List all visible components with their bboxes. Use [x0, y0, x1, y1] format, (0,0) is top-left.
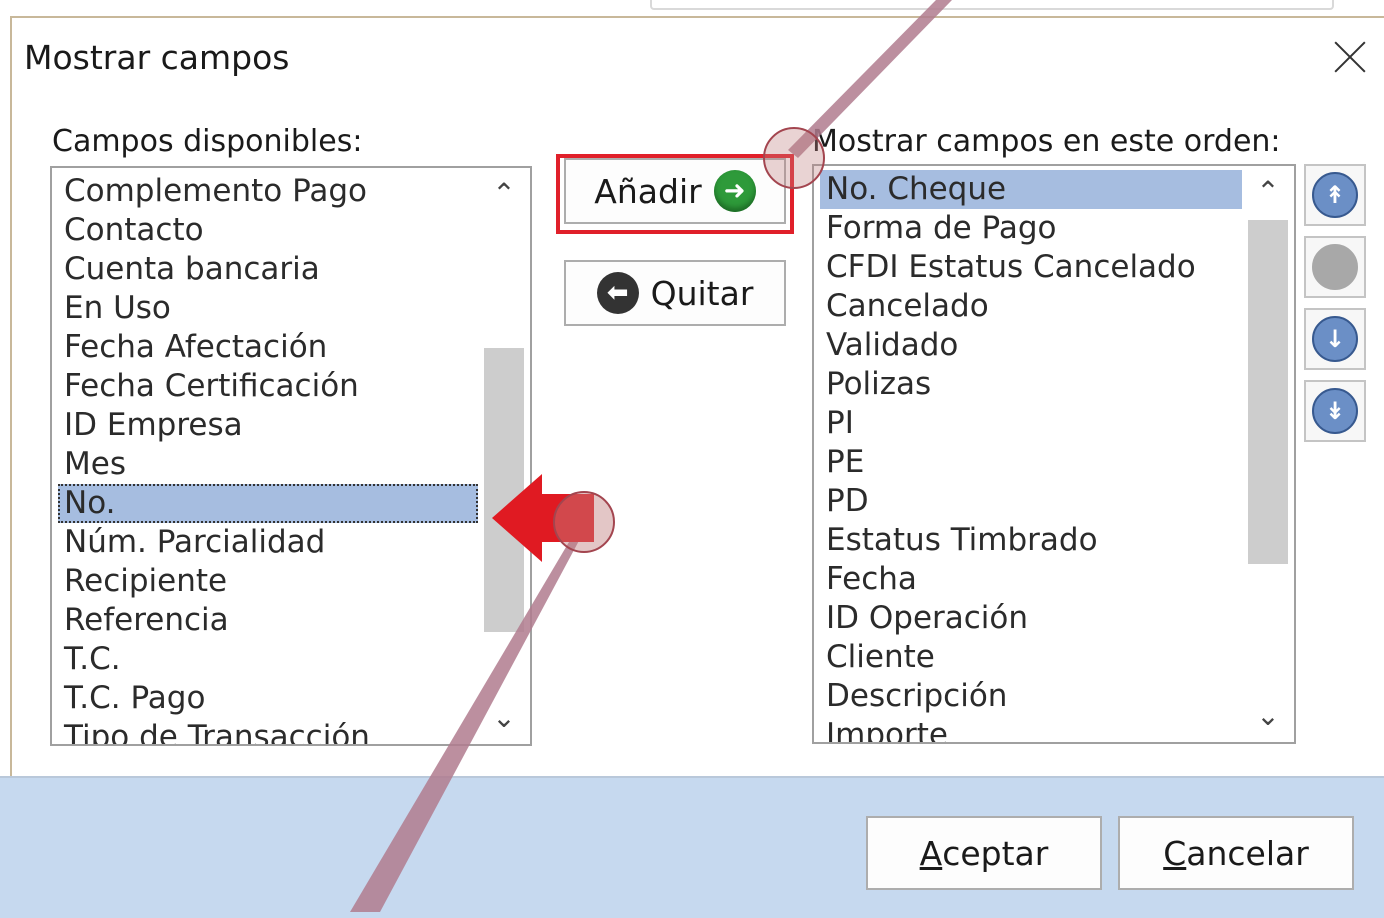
list-item[interactable]: No.: [58, 484, 478, 523]
list-item[interactable]: Mes: [58, 445, 478, 484]
list-item[interactable]: T.C.: [58, 640, 478, 679]
list-item[interactable]: No. Cheque: [820, 170, 1242, 209]
remove-button-label: Quitar: [650, 273, 754, 313]
list-item[interactable]: Cuenta bancaria: [58, 250, 478, 289]
list-item[interactable]: Tipo de Transacción: [58, 718, 478, 744]
list-item[interactable]: CFDI Estatus Cancelado: [820, 248, 1242, 287]
list-item[interactable]: Recipiente: [58, 562, 478, 601]
move-up-button[interactable]: [1304, 236, 1366, 298]
move-to-bottom-icon: ↡: [1312, 388, 1358, 434]
list-item[interactable]: Fecha Certificación: [58, 367, 478, 406]
cancel-label: ancelar: [1186, 833, 1309, 873]
scrollbar-thumb[interactable]: [484, 348, 524, 632]
list-item[interactable]: En Uso: [58, 289, 478, 328]
move-down-icon: ↓: [1312, 316, 1358, 362]
shown-fields-items: No. Cheque Forma de Pago CFDI Estatus Canc…: [820, 170, 1242, 742]
list-item[interactable]: Validado: [820, 326, 1242, 365]
close-icon[interactable]: [1330, 36, 1370, 76]
list-item[interactable]: ID Operación: [820, 599, 1242, 638]
list-item[interactable]: Cliente: [820, 638, 1242, 677]
available-fields-list[interactable]: Complemento Pago Contacto Cuenta bancaria E…: [50, 166, 532, 746]
shown-fields-list[interactable]: No. Cheque Forma de Pago CFDI Estatus Canc…: [812, 164, 1296, 744]
add-button-highlight: [556, 154, 794, 234]
background-window-edge: [650, 0, 1334, 10]
scroll-up-icon[interactable]: ⌃: [1246, 170, 1290, 214]
background-window-strip: [0, 0, 1384, 16]
list-item[interactable]: Cancelado: [820, 287, 1242, 326]
arrow-left-circle-icon: ⬅: [596, 272, 639, 314]
scroll-down-icon[interactable]: ⌄: [482, 696, 526, 740]
move-down-button[interactable]: ↓: [1304, 308, 1366, 370]
scroll-down-icon[interactable]: ⌄: [1246, 694, 1290, 738]
list-item[interactable]: PI: [820, 404, 1242, 443]
list-item[interactable]: Fecha: [820, 560, 1242, 599]
list-item[interactable]: Fecha Afectación: [58, 328, 478, 367]
available-fields-label: Campos disponibles:: [52, 124, 363, 159]
list-item[interactable]: Contacto: [58, 211, 478, 250]
scroll-up-icon[interactable]: ⌃: [482, 172, 526, 216]
accept-mnemonic: A: [919, 833, 943, 873]
list-item[interactable]: Polizas: [820, 365, 1242, 404]
list-item[interactable]: Referencia: [58, 601, 478, 640]
list-item[interactable]: Núm. Parcialidad: [58, 523, 478, 562]
list-item[interactable]: Forma de Pago: [820, 209, 1242, 248]
shown-fields-scrollbar[interactable]: ⌃ ⌄: [1246, 170, 1290, 738]
list-item[interactable]: ID Empresa: [58, 406, 478, 445]
list-item[interactable]: PE: [820, 443, 1242, 482]
cancel-button[interactable]: Cancelar: [1118, 816, 1354, 890]
list-item[interactable]: PD: [820, 482, 1242, 521]
available-fields-scrollbar[interactable]: ⌃ ⌄: [482, 172, 526, 740]
move-up-icon: [1312, 244, 1358, 290]
accept-label: ceptar: [942, 833, 1049, 873]
list-item[interactable]: T.C. Pago: [58, 679, 478, 718]
list-item[interactable]: Importe: [820, 716, 1242, 742]
list-item[interactable]: Descripción: [820, 677, 1242, 716]
cancel-mnemonic: C: [1163, 833, 1187, 873]
available-fields-items: Complemento Pago Contacto Cuenta bancaria E…: [58, 172, 478, 744]
move-to-bottom-button[interactable]: ↡: [1304, 380, 1366, 442]
accept-button[interactable]: Aceptar: [866, 816, 1102, 890]
list-item[interactable]: Estatus Timbrado: [820, 521, 1242, 560]
scrollbar-thumb[interactable]: [1248, 220, 1288, 564]
dialog-title: Mostrar campos: [24, 38, 290, 77]
dialog-footer: Aceptar Cancelar: [0, 776, 1384, 918]
list-item[interactable]: Complemento Pago: [58, 172, 478, 211]
move-to-top-button[interactable]: ↟: [1304, 164, 1366, 226]
move-to-top-icon: ↟: [1312, 172, 1358, 218]
remove-button[interactable]: ⬅ Quitar: [564, 260, 786, 326]
ordered-fields-label: Mostrar campos en este orden:: [812, 124, 1281, 159]
